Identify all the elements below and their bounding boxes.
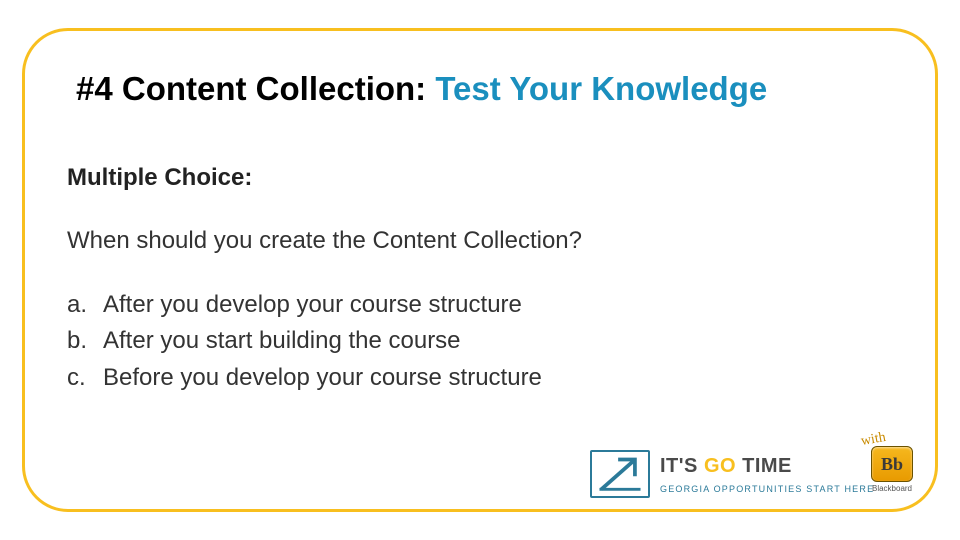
arrow-icon [590, 450, 650, 498]
option-text: After you develop your course structure [103, 291, 522, 318]
option-letter: c. [67, 362, 103, 394]
blackboard-logo: Bb Blackboard [864, 446, 920, 496]
question-type-label: Multiple Choice: [67, 164, 252, 192]
footer-tagline: GEORGIA OPPORTUNITIES START HERE [660, 484, 874, 494]
option-text: After you start building the course [103, 327, 461, 354]
option-letter: a. [67, 289, 103, 321]
title-prefix: #4 Content Collection: [76, 70, 435, 107]
bb-tile-icon: Bb [871, 446, 913, 482]
go-time-wordmark: IT'S GO TIME [660, 455, 792, 478]
title-accent: Test Your Knowledge [435, 70, 767, 107]
option-b: b.After you start building the course [67, 325, 542, 357]
options-list: a.After you develop your course structur… [67, 289, 542, 398]
go-text: GO [704, 455, 742, 477]
option-c: c.Before you develop your course structu… [67, 362, 542, 394]
slide: #4 Content Collection: Test Your Knowled… [0, 0, 960, 540]
footer-branding: IT'S GO TIME GEORGIA OPPORTUNITIES START… [590, 430, 920, 500]
slide-title: #4 Content Collection: Test Your Knowled… [76, 70, 767, 108]
time-text: TIME [742, 455, 792, 477]
its-text: IT'S [660, 455, 704, 477]
option-letter: b. [67, 325, 103, 357]
option-text: Before you develop your course structure [103, 364, 542, 391]
question-text: When should you create the Content Colle… [67, 227, 582, 255]
option-a: a.After you develop your course structur… [67, 289, 542, 321]
bb-letters: Bb [872, 447, 912, 481]
bb-caption: Blackboard [864, 484, 920, 493]
